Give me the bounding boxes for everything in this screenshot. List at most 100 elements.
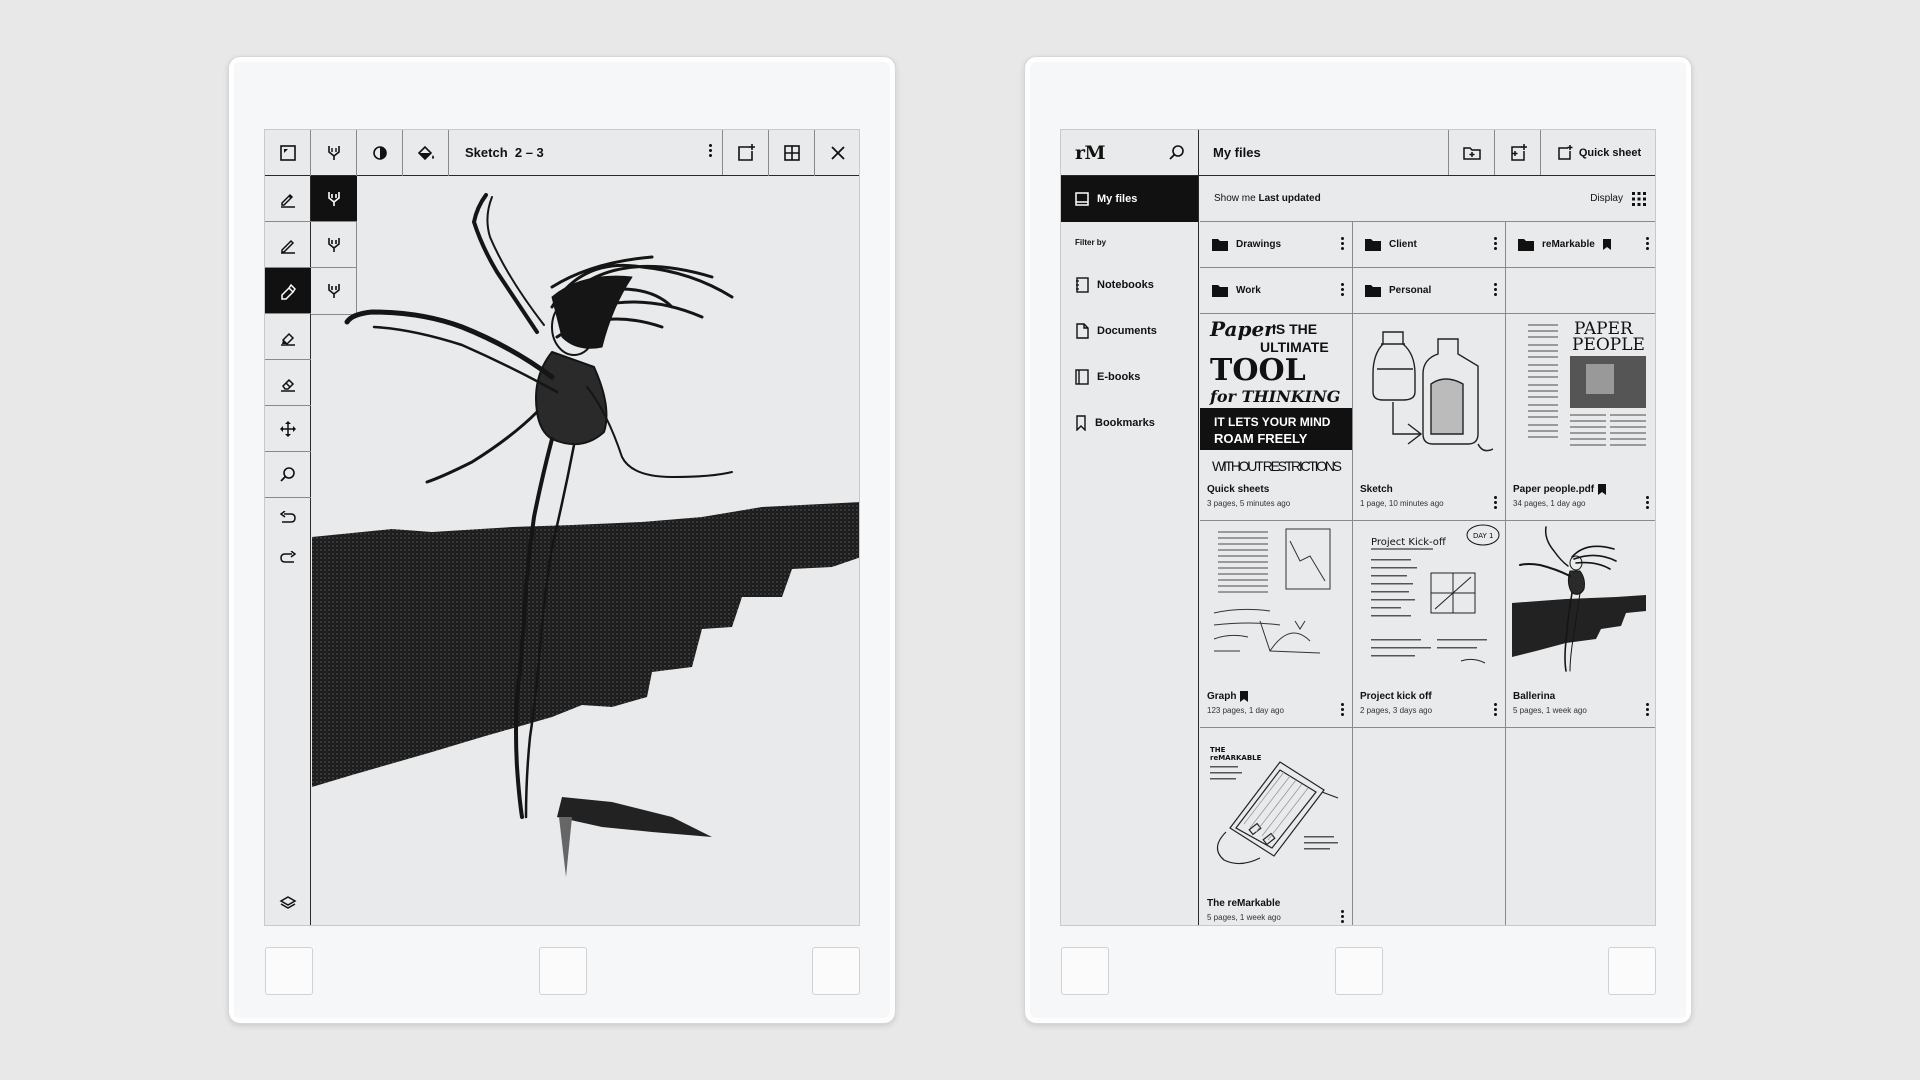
document-menu-icon[interactable] <box>1646 496 1649 509</box>
brush-size-button[interactable] <box>357 130 403 176</box>
undo-button[interactable] <box>265 498 311 538</box>
tool-pencil[interactable] <box>265 222 311 268</box>
thumb-text: THE <box>1210 746 1226 754</box>
folder-work[interactable]: Work <box>1200 268 1353 314</box>
hardware-button-home[interactable] <box>1335 947 1383 995</box>
folder-menu-icon[interactable] <box>1494 237 1497 250</box>
document-meta: 123 pages, 1 day ago <box>1207 706 1284 715</box>
thumb-text: Project Kick-off <box>1371 537 1447 548</box>
sidebar-item-ebooks[interactable]: E-books <box>1061 354 1198 400</box>
document-name: Graph <box>1207 691 1249 702</box>
folder-menu-icon[interactable] <box>1341 283 1344 296</box>
document-ballerina[interactable]: Ballerina 5 pages, 1 week ago <box>1506 521 1655 728</box>
thumb-text: reMARKABLE <box>1210 754 1262 762</box>
new-folder-icon <box>1462 146 1481 160</box>
thumb-text: TOOL <box>1210 353 1306 388</box>
sort-selector[interactable]: Show me Last updated <box>1214 193 1321 204</box>
folder-name: Drawings <box>1236 239 1282 250</box>
document-title[interactable]: Sketch 2 – 3 <box>449 130 723 175</box>
sidebar-item-label: My files <box>1097 193 1138 205</box>
tool-marker[interactable] <box>265 268 311 314</box>
thumb-text: ROAM FREELY <box>1214 431 1308 446</box>
hardware-button-home[interactable] <box>539 947 587 995</box>
drawing-canvas[interactable] <box>312 177 859 925</box>
page-overview-button[interactable] <box>769 130 815 176</box>
tablet-right: rM My files Quick sheet My files Filter … <box>1024 56 1692 1024</box>
document-quick-sheets[interactable]: Paper IS THE ULTIMATE TOOL for THINKING … <box>1200 314 1353 521</box>
document-name-text: Sketch <box>1360 484 1393 495</box>
close-button[interactable] <box>815 130 859 176</box>
brush-button[interactable] <box>311 130 357 176</box>
thumb-text: for THINKING <box>1209 387 1340 406</box>
fineliner-icon <box>281 193 295 208</box>
folder-menu-icon[interactable] <box>1646 237 1649 250</box>
tool-highlighter[interactable] <box>265 314 311 360</box>
folder-icon <box>1212 285 1228 297</box>
move-icon <box>280 420 296 437</box>
folder-menu-icon[interactable] <box>1494 283 1497 296</box>
add-page-button[interactable] <box>723 130 769 176</box>
brush-icon <box>327 146 340 160</box>
search-icon[interactable] <box>1168 144 1186 162</box>
layers-button[interactable] <box>265 883 311 923</box>
fill-button[interactable] <box>403 130 449 176</box>
toolbar-toggle-icon <box>279 145 296 161</box>
grid-view-icon <box>1632 191 1646 206</box>
folder-menu-icon[interactable] <box>1341 237 1344 250</box>
document-menu-icon[interactable] <box>1341 910 1344 923</box>
folder-drawings[interactable]: Drawings <box>1200 222 1353 268</box>
hardware-button-right[interactable] <box>812 947 860 995</box>
document-sketch[interactable]: Sketch 1 page, 10 minutes ago <box>1353 314 1506 521</box>
display-toggle[interactable]: Display <box>1590 191 1647 207</box>
sidebar-item-documents[interactable]: Documents <box>1061 308 1198 354</box>
folder-name: Work <box>1236 285 1261 296</box>
new-folder-button[interactable] <box>1449 130 1495 175</box>
folder-empty-slot <box>1506 268 1655 314</box>
document-title-text: Sketch <box>465 145 508 160</box>
quick-sheet-icon <box>1558 144 1573 160</box>
folder-client[interactable]: Client <box>1353 222 1506 268</box>
folder-personal[interactable]: Personal <box>1353 268 1506 314</box>
folder-remarkable[interactable]: reMarkable <box>1506 222 1655 268</box>
sidebar-item-label: Notebooks <box>1097 279 1154 291</box>
ebook-icon <box>1075 369 1089 385</box>
hardware-button-right[interactable] <box>1608 947 1656 995</box>
toolbar-toggle-button[interactable] <box>265 130 311 176</box>
document-name: Quick sheets <box>1207 484 1269 495</box>
hardware-button-left[interactable] <box>1061 947 1109 995</box>
tool-eraser[interactable] <box>265 360 311 406</box>
document-menu-icon[interactable] <box>709 144 712 157</box>
document-menu-icon[interactable] <box>1341 703 1344 716</box>
document-thumbnail <box>1200 521 1352 685</box>
document-thumbnail: PAPER PEOPLE <box>1506 314 1655 478</box>
quick-sheet-button[interactable]: Quick sheet <box>1541 130 1655 175</box>
document-menu-icon[interactable] <box>1494 496 1497 509</box>
tool-move[interactable] <box>265 406 311 452</box>
document-project-kick-off[interactable]: Project Kick-off DAY 1 Project kick off … <box>1353 521 1506 728</box>
tool-fineliner[interactable] <box>265 176 311 222</box>
sidebar-item-my-files[interactable]: My files <box>1061 176 1198 222</box>
document-graph[interactable]: Graph 123 pages, 1 day ago <box>1200 521 1353 728</box>
sidebar-item-bookmarks[interactable]: Bookmarks <box>1061 400 1198 446</box>
folder-icon <box>1365 239 1381 251</box>
document-meta: 34 pages, 1 day ago <box>1513 499 1586 508</box>
hardware-button-left[interactable] <box>265 947 313 995</box>
new-notebook-button[interactable] <box>1495 130 1541 175</box>
document-paper-people[interactable]: PAPER PEOPLE Paper people.pdf 34 pages, … <box>1506 314 1655 521</box>
folder-icon <box>1518 239 1534 251</box>
pencil-icon <box>281 239 295 254</box>
bookmark-icon <box>1076 415 1086 431</box>
document-meta: 1 page, 10 minutes ago <box>1360 499 1444 508</box>
file-browser-screen: rM My files Quick sheet My files Filter … <box>1060 129 1656 926</box>
close-icon <box>831 146 845 160</box>
sidebar-item-notebooks[interactable]: Notebooks <box>1061 262 1198 308</box>
tool-zoom[interactable] <box>265 452 311 498</box>
document-the-remarkable[interactable]: THE reMARKABLE The reMarkable 5 pages, 1… <box>1200 728 1353 925</box>
page-indicator: 2 – 3 <box>514 145 544 160</box>
document-thumbnail: THE reMARKABLE <box>1200 728 1352 892</box>
document-name-text: Ballerina <box>1513 691 1556 702</box>
redo-button[interactable] <box>265 538 311 578</box>
thumb-text: DAY 1 <box>1473 532 1493 540</box>
document-menu-icon[interactable] <box>1494 703 1497 716</box>
document-menu-icon[interactable] <box>1646 703 1649 716</box>
